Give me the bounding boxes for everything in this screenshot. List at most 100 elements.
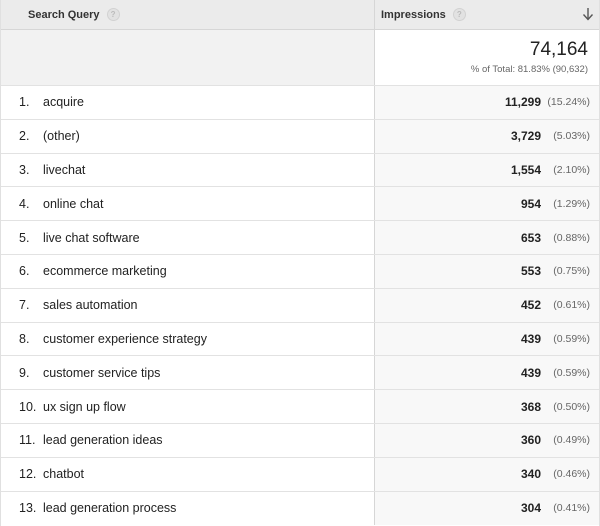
impressions-value: 439	[520, 365, 541, 380]
impressions-cell: 1,554 (2.10%)	[375, 153, 600, 187]
query-cell: 10. ux sign up flow	[0, 390, 375, 423]
impressions-value: 368	[520, 399, 541, 414]
impressions-value: 954	[520, 196, 541, 211]
impressions-value: 553	[520, 264, 541, 279]
table-row: 12. chatbot 340 (0.46%)	[0, 457, 600, 492]
query-cell: 4. online chat	[0, 187, 375, 221]
impressions-value: 653	[520, 230, 541, 245]
search-query-link[interactable]: customer service tips	[38, 366, 160, 380]
row-index: 11.	[19, 433, 36, 448]
search-query-link[interactable]: livechat	[38, 163, 85, 177]
table-row: 7. sales automation 452 (0.61%)	[0, 288, 600, 323]
impressions-percent: (0.49%)	[553, 434, 590, 447]
search-query-link[interactable]: sales automation	[38, 298, 138, 312]
impressions-cell: 3,729 (5.03%)	[375, 119, 600, 153]
query-cell: 3. livechat	[0, 153, 375, 187]
row-index: 5.	[19, 230, 30, 245]
search-query-link[interactable]: acquire	[38, 95, 84, 109]
totals-label-cell	[0, 30, 375, 85]
row-index: 10.	[19, 399, 37, 414]
impressions-value: 304	[520, 501, 541, 516]
query-cell: 6. ecommerce marketing	[0, 254, 375, 288]
column-header-impressions[interactable]: Impressions ?	[375, 0, 600, 29]
total-impressions: 74,164	[529, 39, 588, 60]
query-cell: 12. chatbot	[0, 457, 375, 491]
question-circle-icon[interactable]: ?	[452, 8, 466, 21]
row-index: 3.	[19, 162, 30, 177]
table-row: 6. ecommerce marketing 553 (0.75%)	[0, 254, 600, 289]
impressions-value: 439	[520, 331, 541, 346]
impressions-percent: (0.59%)	[553, 366, 590, 379]
table-body: 1. acquire 11,299 (15.24%) 2. (other) 3,729 (5.…	[0, 86, 600, 526]
impressions-percent: (0.88%)	[553, 231, 590, 244]
percent-of-total: % of Total: 81.83% (90,632)	[470, 64, 588, 75]
search-query-link[interactable]: (other)	[38, 129, 80, 143]
impressions-cell: 452 (0.61%)	[375, 288, 600, 322]
impressions-cell: 360 (0.49%)	[375, 423, 600, 457]
impressions-percent: (1.29%)	[553, 197, 590, 210]
row-index: 4.	[19, 196, 30, 211]
totals-impressions-cell: 74,164 % of Total: 81.83% (90,632)	[375, 30, 600, 85]
impressions-cell: 340 (0.46%)	[375, 457, 600, 491]
impressions-cell: 304 (0.41%)	[375, 491, 600, 526]
table-row: 8. customer experience strategy 439 (0.59%)	[0, 322, 600, 357]
table-row: 2. (other) 3,729 (5.03%)	[0, 119, 600, 154]
impressions-percent: (0.75%)	[553, 265, 590, 278]
impressions-percent: (0.59%)	[553, 332, 590, 345]
search-query-link[interactable]: ecommerce marketing	[38, 264, 167, 278]
table-row: 5. live chat software 653 (0.88%)	[0, 221, 600, 255]
column-header-label: Impressions	[381, 8, 446, 21]
impressions-value: 1,554	[510, 162, 541, 177]
row-index: 9.	[19, 365, 30, 380]
query-cell: 1. acquire	[0, 86, 375, 119]
search-query-link[interactable]: live chat software	[38, 231, 140, 245]
search-query-link[interactable]: lead generation process	[38, 501, 176, 515]
row-index: 2.	[19, 129, 30, 144]
search-query-link[interactable]: chatbot	[38, 467, 84, 481]
row-index: 8.	[19, 331, 30, 346]
query-cell: 5. live chat software	[0, 221, 375, 254]
question-circle-icon[interactable]: ?	[106, 8, 120, 21]
query-cell: 11. lead generation ideas	[0, 423, 375, 457]
column-header-search-query[interactable]: Search Query ?	[0, 0, 375, 29]
table-row: 3. livechat 1,554 (2.10%)	[0, 153, 600, 188]
row-index: 12.	[19, 467, 37, 482]
impressions-value: 360	[520, 433, 541, 448]
table-row: 11. lead generation ideas 360 (0.49%)	[0, 423, 600, 458]
query-cell: 2. (other)	[0, 119, 375, 153]
impressions-cell: 653 (0.88%)	[375, 221, 600, 254]
impressions-percent: (0.50%)	[553, 400, 590, 413]
impressions-percent: (5.03%)	[553, 130, 590, 143]
search-query-link[interactable]: lead generation ideas	[38, 433, 163, 447]
search-query-link[interactable]: customer experience strategy	[38, 332, 207, 346]
search-query-report: Search Query ? Impressions ? 74,164 % of…	[0, 0, 600, 526]
impressions-cell: 11,299 (15.24%)	[375, 86, 600, 119]
search-query-link[interactable]: ux sign up flow	[38, 400, 126, 414]
impressions-value: 11,299	[504, 95, 541, 110]
column-header-label: Search Query	[28, 8, 100, 21]
row-index: 7.	[19, 298, 30, 313]
search-query-link[interactable]: online chat	[38, 197, 103, 211]
impressions-cell: 553 (0.75%)	[375, 254, 600, 288]
table-header: Search Query ? Impressions ?	[0, 0, 600, 30]
impressions-percent: (0.61%)	[553, 299, 590, 312]
impressions-value: 452	[520, 298, 541, 313]
row-index: 1.	[19, 95, 30, 110]
table-row: 9. customer service tips 439 (0.59%)	[0, 356, 600, 391]
impressions-percent: (0.46%)	[553, 468, 590, 481]
table-row: 4. online chat 954 (1.29%)	[0, 187, 600, 222]
impressions-percent: (15.24%)	[547, 96, 590, 109]
impressions-cell: 439 (0.59%)	[375, 322, 600, 356]
query-cell: 13. lead generation process	[0, 491, 375, 526]
query-cell: 7. sales automation	[0, 288, 375, 322]
impressions-cell: 368 (0.50%)	[375, 390, 600, 423]
impressions-percent: (0.41%)	[553, 502, 590, 515]
impressions-percent: (2.10%)	[553, 163, 590, 176]
table-row: 10. ux sign up flow 368 (0.50%)	[0, 390, 600, 424]
table-row: 1. acquire 11,299 (15.24%)	[0, 86, 600, 120]
impressions-value: 340	[520, 467, 541, 482]
impressions-value: 3,729	[510, 129, 541, 144]
arrow-down-icon[interactable]	[582, 7, 594, 21]
row-index: 6.	[19, 264, 30, 279]
impressions-cell: 439 (0.59%)	[375, 356, 600, 390]
